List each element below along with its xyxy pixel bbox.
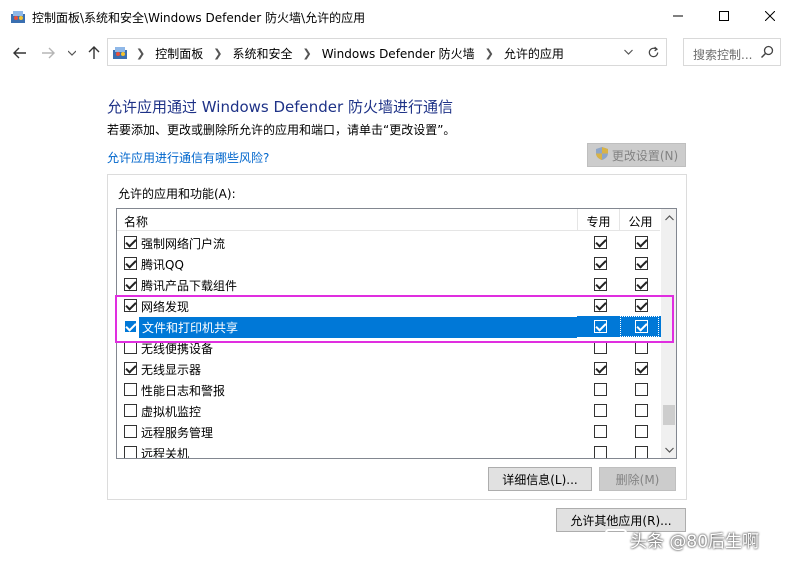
column-header-public[interactable]: 公用 xyxy=(620,213,661,230)
breadcrumb-system-security[interactable]: 系统和安全 xyxy=(232,45,292,62)
app-name: 远程服务管理 xyxy=(141,426,214,440)
uac-shield-icon xyxy=(595,146,609,164)
breadcrumb-control-panel[interactable]: 控制面板 xyxy=(155,45,203,62)
list-item[interactable]: 虚拟机监控 xyxy=(117,400,660,421)
minimize-button[interactable] xyxy=(655,0,701,32)
app-enabled-checkbox[interactable] xyxy=(124,236,137,249)
scroll-up-icon[interactable] xyxy=(661,209,676,226)
private-network-checkbox[interactable] xyxy=(594,383,607,396)
allowed-apps-label: 允许的应用和功能(A): xyxy=(118,187,236,201)
public-network-checkbox[interactable] xyxy=(635,236,648,249)
list-item[interactable]: 性能日志和警报 xyxy=(117,379,660,400)
scroll-down-icon[interactable] xyxy=(661,441,676,458)
scrollbar-thumb[interactable] xyxy=(663,405,675,425)
private-network-checkbox[interactable] xyxy=(594,278,607,291)
toutiao-logo-icon xyxy=(605,528,627,548)
app-name: 腾讯QQ xyxy=(141,258,184,272)
details-button[interactable]: 详细信息(L)... xyxy=(488,467,592,491)
app-enabled-checkbox[interactable] xyxy=(124,383,137,396)
private-network-checkbox[interactable] xyxy=(594,362,607,375)
app-enabled-checkbox[interactable] xyxy=(124,446,137,458)
public-network-checkbox[interactable] xyxy=(635,446,648,458)
list-header: 名称 专用 公用 xyxy=(117,209,660,231)
address-dropdown-icon[interactable] xyxy=(616,38,640,66)
breadcrumb-firewall[interactable]: Windows Defender 防火墙 xyxy=(322,45,475,62)
private-network-checkbox[interactable] xyxy=(594,425,607,438)
close-button[interactable] xyxy=(747,0,793,32)
public-network-checkbox[interactable] xyxy=(635,383,648,396)
app-enabled-checkbox[interactable] xyxy=(124,362,137,375)
page-description: 若要添加、更改或删除所允许的应用和端口，请单击“更改设置”。 xyxy=(107,123,456,137)
annotation-highlight-box xyxy=(115,295,674,343)
maximize-button[interactable] xyxy=(701,0,747,32)
refresh-icon[interactable] xyxy=(640,38,667,66)
breadcrumb: ❯ 控制面板 ❯ 系统和安全 ❯ Windows Defender 防火墙 ❯ … xyxy=(132,45,564,62)
private-network-checkbox[interactable] xyxy=(594,404,607,417)
public-network-checkbox[interactable] xyxy=(635,425,648,438)
window-title: 控制面板\系统和安全\Windows Defender 防火墙\允许的应用 xyxy=(32,11,366,25)
app-name: 腾讯产品下载组件 xyxy=(141,279,238,293)
list-item[interactable]: 腾讯产品下载组件 xyxy=(117,274,660,295)
risk-info-link[interactable]: 允许应用进行通信有哪些风险? xyxy=(107,149,269,166)
public-network-checkbox[interactable] xyxy=(635,362,648,375)
search-icon[interactable] xyxy=(760,45,774,62)
chevron-right-icon[interactable]: ❯ xyxy=(302,47,311,60)
chevron-right-icon[interactable]: ❯ xyxy=(485,47,494,60)
public-network-checkbox[interactable] xyxy=(635,278,648,291)
column-header-private[interactable]: 专用 xyxy=(578,213,619,230)
back-arrow-icon[interactable] xyxy=(11,44,29,62)
recent-locations-chevron-icon[interactable] xyxy=(63,44,81,62)
app-name: 虚拟机监控 xyxy=(141,405,202,419)
remove-button[interactable]: 删除(M) xyxy=(599,467,676,491)
app-enabled-checkbox[interactable] xyxy=(124,278,137,291)
private-network-checkbox[interactable] xyxy=(594,446,607,458)
app-name: 远程关机 xyxy=(141,447,190,459)
list-item[interactable]: 远程关机 xyxy=(117,442,660,459)
breadcrumb-allowed-apps[interactable]: 允许的应用 xyxy=(504,45,564,62)
private-network-checkbox[interactable] xyxy=(594,236,607,249)
column-header-name[interactable]: 名称 xyxy=(124,213,148,230)
address-bar[interactable]: ❯ 控制面板 ❯ 系统和安全 ❯ Windows Defender 防火墙 ❯ … xyxy=(107,38,667,66)
public-network-checkbox[interactable] xyxy=(635,404,648,417)
title-bar: 控制面板\系统和安全\Windows Defender 防火墙\允许的应用 xyxy=(0,0,793,32)
control-panel-icon xyxy=(112,44,128,60)
app-name: 性能日志和警报 xyxy=(141,384,226,398)
list-item[interactable]: 远程服务管理 xyxy=(117,421,660,442)
search-placeholder: 搜索控制... xyxy=(693,48,753,62)
list-item[interactable]: 无线显示器 xyxy=(117,358,660,379)
private-network-checkbox[interactable] xyxy=(594,257,607,270)
list-item[interactable]: 腾讯QQ xyxy=(117,253,660,274)
chevron-right-icon[interactable]: ❯ xyxy=(213,47,222,60)
watermark-text: 头条 @80后生啊 xyxy=(630,532,760,552)
app-name: 无线显示器 xyxy=(141,363,202,377)
control-panel-icon xyxy=(10,8,26,24)
app-name: 强制网络门户流 xyxy=(141,237,226,251)
app-enabled-checkbox[interactable] xyxy=(124,404,137,417)
app-enabled-checkbox[interactable] xyxy=(124,257,137,270)
public-network-checkbox[interactable] xyxy=(635,257,648,270)
search-input[interactable]: 搜索控制... xyxy=(683,38,781,66)
up-arrow-icon[interactable] xyxy=(85,44,103,62)
page-title: 允许应用通过 Windows Defender 防火墙进行通信 xyxy=(107,98,453,116)
chevron-right-icon[interactable]: ❯ xyxy=(136,47,145,60)
change-settings-button[interactable]: 更改设置(N) xyxy=(587,143,686,167)
change-settings-label: 更改设置(N) xyxy=(611,148,679,163)
app-enabled-checkbox[interactable] xyxy=(124,425,137,438)
forward-arrow-icon[interactable] xyxy=(39,44,57,62)
list-item[interactable]: 强制网络门户流 xyxy=(117,232,660,253)
